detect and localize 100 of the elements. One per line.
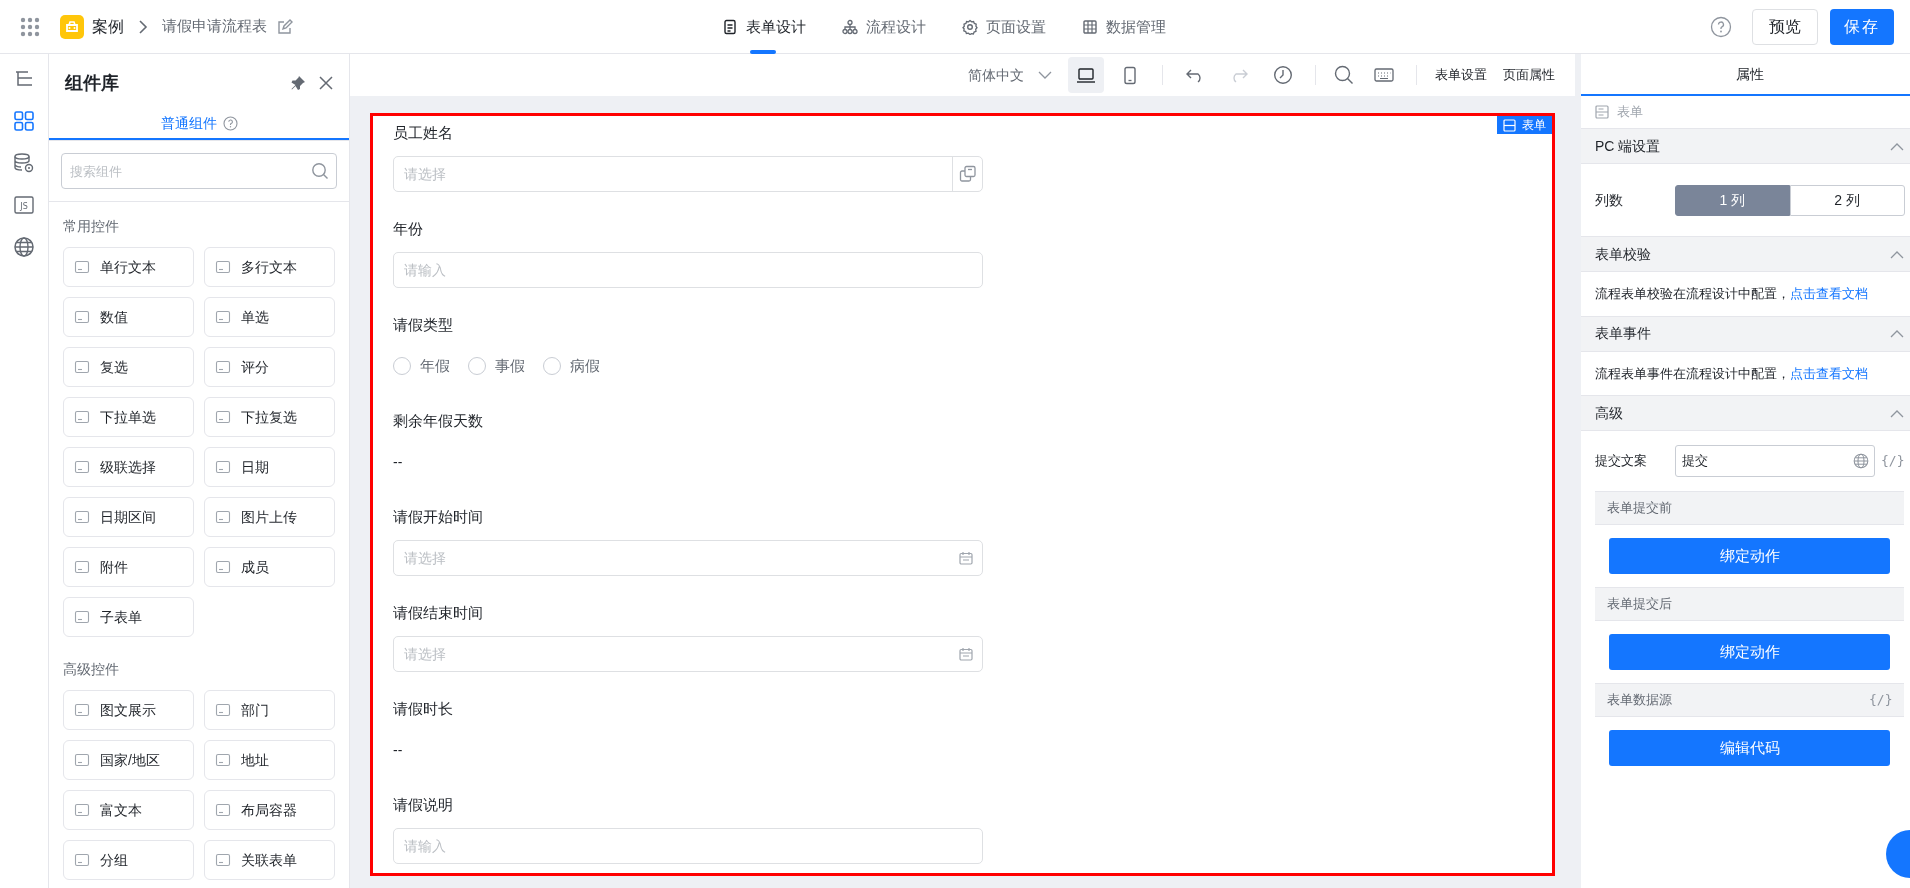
column-option[interactable]: 2 列	[1789, 184, 1905, 216]
table-icon	[1082, 19, 1098, 35]
radio-option[interactable]: 病假	[543, 354, 600, 378]
section-header[interactable]: 高级	[1581, 395, 1910, 431]
component-icon	[215, 702, 231, 718]
section-header[interactable]: 表单校验	[1581, 236, 1910, 272]
radio-option[interactable]: 年假	[393, 354, 450, 378]
component-icon	[74, 259, 90, 275]
component-icon	[74, 609, 90, 625]
org-chart-icon	[842, 19, 858, 35]
component-item[interactable]: 单选	[204, 297, 335, 337]
subsection-header: 表单提交前	[1595, 491, 1905, 525]
search-icon	[311, 162, 329, 180]
docs-link[interactable]: 点击查看文档	[1790, 365, 1868, 381]
search-field[interactable]: 搜索组件	[61, 153, 337, 189]
globe-icon[interactable]	[13, 236, 35, 258]
action-button[interactable]: 编辑代码	[1609, 730, 1891, 766]
components-grid-icon[interactable]	[13, 110, 35, 132]
section-heading: 常用控件	[63, 217, 120, 236]
pin-icon[interactable]	[289, 74, 307, 92]
component-item[interactable]: 关联表单	[204, 840, 335, 880]
nav-tab[interactable]: 表单设计	[722, 0, 806, 54]
language-dropdown[interactable]: 简体中文	[968, 64, 1052, 86]
preview-button[interactable]: 预览	[1752, 8, 1818, 45]
component-item[interactable]: 附件	[63, 547, 194, 587]
close-icon[interactable]	[319, 76, 333, 90]
radio-option[interactable]: 事假	[468, 354, 525, 378]
action-button[interactable]: 绑定动作	[1609, 538, 1891, 574]
save-button[interactable]: 保存	[1830, 8, 1894, 45]
component-item[interactable]: 图片上传	[204, 497, 335, 537]
component-icon	[215, 409, 231, 425]
text-input[interactable]: 请输入	[393, 252, 983, 288]
keyboard-icon[interactable]	[1374, 67, 1394, 83]
history-icon[interactable]	[1273, 65, 1293, 85]
app-name[interactable]: 案例	[92, 14, 124, 39]
app-logo-icon	[60, 14, 84, 39]
overlapping-windows-icon	[958, 165, 977, 183]
toolbar-link[interactable]: 表单设置	[1435, 65, 1487, 85]
toolbar-link[interactable]: 页面属性	[1503, 65, 1555, 85]
component-item[interactable]: 数值	[63, 297, 194, 337]
database-settings-icon[interactable]	[13, 152, 35, 174]
field-value: --	[393, 740, 403, 760]
component-item[interactable]: 下拉单选	[63, 397, 194, 437]
js-file-icon[interactable]: JS	[13, 194, 35, 216]
component-icon	[74, 509, 90, 525]
note-text: 流程表单事件在流程设计中配置，点击查看文档	[1595, 364, 1869, 383]
nav-tab[interactable]: 数据管理	[1082, 0, 1166, 54]
component-item[interactable]: 分组	[63, 840, 194, 880]
globe-icon	[1853, 453, 1869, 469]
component-item[interactable]: 日期	[204, 447, 335, 487]
edit-icon[interactable]	[277, 18, 293, 35]
text-input[interactable]: 请输入	[393, 828, 983, 864]
panel-tab[interactable]: 普通组件	[49, 108, 349, 140]
field-label: 年份	[393, 219, 424, 239]
component-item[interactable]: 级联选择	[63, 447, 194, 487]
component-item[interactable]: 多行文本	[204, 247, 335, 287]
component-item[interactable]: 单行文本	[63, 247, 194, 287]
component-item[interactable]: 图文展示	[63, 690, 194, 730]
section-header[interactable]: 表单事件	[1581, 315, 1910, 352]
component-icon	[74, 852, 90, 868]
component-item[interactable]: 富文本	[63, 790, 194, 830]
select-field[interactable]: 请选择	[393, 156, 983, 192]
component-item[interactable]: 日期区间	[63, 497, 194, 537]
submit-text-input[interactable]: 提交	[1675, 445, 1875, 477]
help-icon[interactable]	[1710, 15, 1732, 38]
component-icon	[215, 259, 231, 275]
component-item[interactable]: 布局容器	[204, 790, 335, 830]
calendar-icon	[959, 647, 973, 661]
chevron-down-icon	[1038, 70, 1052, 80]
nav-tab[interactable]: 流程设计	[842, 0, 926, 54]
component-item[interactable]: 成员	[204, 547, 335, 587]
column-option[interactable]: 1 列	[1675, 184, 1790, 216]
selected-component-name: 表单	[1617, 103, 1643, 122]
apps-menu-icon[interactable]	[20, 16, 40, 37]
component-item[interactable]: 下拉复选	[204, 397, 335, 437]
subsection-header: 表单提交后	[1595, 587, 1905, 621]
component-item[interactable]: 地址	[204, 740, 335, 780]
field-label: 请假类型	[393, 315, 454, 335]
subsection-header: 表单数据源 {/}	[1595, 683, 1905, 717]
field-label: 剩余年假天数	[393, 411, 484, 431]
component-item[interactable]: 子表单	[63, 597, 194, 637]
component-item[interactable]: 部门	[204, 690, 335, 730]
date-field[interactable]: 请选择	[393, 636, 983, 672]
search-icon[interactable]	[1334, 65, 1354, 85]
panel-title: 组件库	[65, 71, 119, 95]
date-field[interactable]: 请选择	[393, 540, 983, 576]
component-item[interactable]: 复选	[63, 347, 194, 387]
component-item[interactable]: 评分	[204, 347, 335, 387]
section-heading: 高级控件	[63, 660, 120, 679]
docs-link[interactable]: 点击查看文档	[1790, 286, 1868, 301]
device-toggle[interactable]	[1068, 57, 1104, 93]
chevron-right-icon	[138, 19, 148, 34]
component-item[interactable]: 国家/地区	[63, 740, 194, 780]
component-icon	[215, 359, 231, 375]
section-header[interactable]: PC 端设置	[1581, 128, 1910, 164]
action-button[interactable]: 绑定动作	[1609, 634, 1891, 670]
field-label: 请假说明	[393, 795, 454, 815]
field-label: 请假结束时间	[393, 603, 484, 623]
properties-tab[interactable]: 属性	[1581, 54, 1910, 96]
nav-tab[interactable]: 页面设置	[962, 0, 1046, 54]
